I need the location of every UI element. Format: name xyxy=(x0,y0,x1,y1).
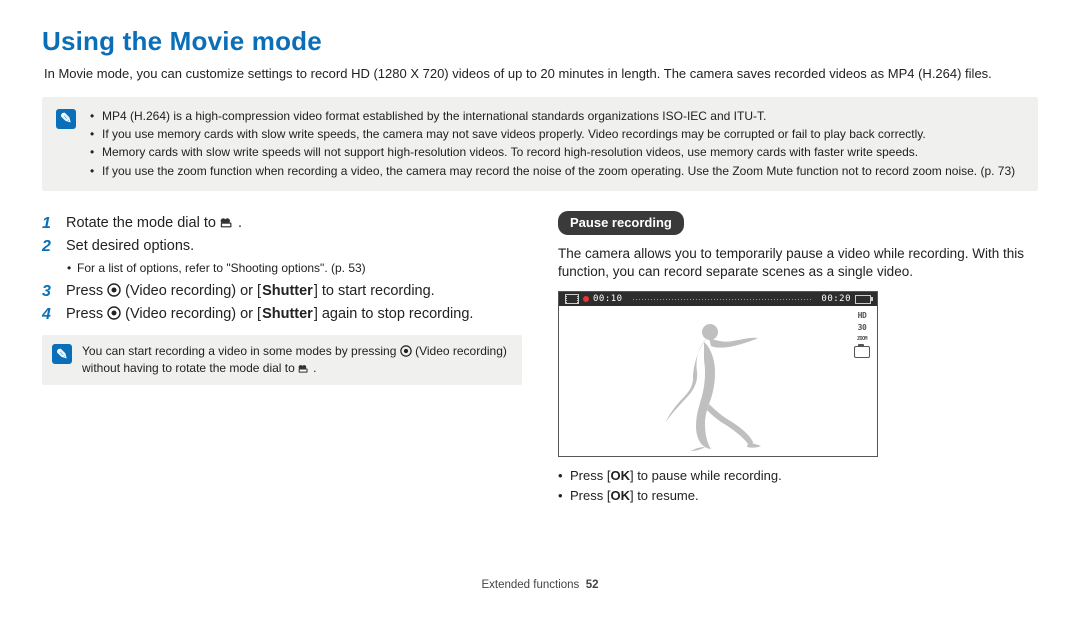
note-item: If you use memory cards with slow write … xyxy=(90,126,1015,143)
step-text: Rotate the mode dial to . xyxy=(66,214,242,234)
dancer-silhouette xyxy=(649,318,779,453)
zoom-mute-icon: ZOOM xyxy=(857,337,867,342)
steps-column: 1 Rotate the mode dial to . 2 Set desire… xyxy=(42,211,522,506)
preview-side-icons: HD 30 ZOOM xyxy=(853,312,871,358)
ok-button-label: OK xyxy=(610,487,630,505)
intro-text: In Movie mode, you can customize setting… xyxy=(44,65,1034,83)
camera-preview: 00:10 00:20 HD 30 ZOOM xyxy=(558,291,878,457)
pause-column: Pause recording The camera allows you to… xyxy=(558,211,1038,506)
step-text: Press (Video recording) or [Shutter] to … xyxy=(66,282,435,302)
pause-notes: Press [OK] to pause while recording. Pre… xyxy=(558,467,1038,504)
info-icon: ✎ xyxy=(56,109,76,129)
record-button-icon xyxy=(400,345,412,357)
mode-dial-movie-icon xyxy=(220,216,238,229)
step-number: 1 xyxy=(42,214,54,234)
step-text: Set desired options. xyxy=(66,237,194,257)
page-number: 52 xyxy=(586,579,599,591)
pause-description: The camera allows you to temporarily pau… xyxy=(558,245,1038,281)
page-title: Using the Movie mode xyxy=(42,24,1038,59)
note-item: Memory cards with slow write speeds will… xyxy=(90,144,1015,161)
small-info-note: ✎ You can start recording a video in som… xyxy=(42,335,522,385)
record-indicator-icon xyxy=(583,296,589,302)
section-pill: Pause recording xyxy=(558,211,684,235)
mode-dial-movie-icon xyxy=(298,363,313,374)
camera-icon xyxy=(854,346,870,358)
preview-topbar: 00:10 00:20 xyxy=(559,292,877,306)
info-note-box: ✎ MP4 (H.264) is a high-compression vide… xyxy=(42,97,1038,192)
record-button-icon xyxy=(107,283,121,297)
record-button-icon xyxy=(107,306,121,320)
film-icon xyxy=(565,294,579,304)
ok-button-label: OK xyxy=(610,467,630,485)
rec-elapsed-time: 00:10 xyxy=(593,293,623,305)
page-footer: Extended functions 52 xyxy=(0,578,1080,594)
note-item: If you use the zoom function when record… xyxy=(90,163,1015,180)
hd-badge: HD xyxy=(858,312,867,319)
step-number: 3 xyxy=(42,282,54,302)
step-number: 2 xyxy=(42,237,54,257)
step-subnote: For a list of options, refer to "Shootin… xyxy=(67,260,522,276)
battery-icon xyxy=(855,295,871,304)
step-number: 4 xyxy=(42,305,54,325)
fps-badge: 30 xyxy=(858,324,867,331)
rec-total-time: 00:20 xyxy=(821,293,851,305)
footer-section: Extended functions xyxy=(481,579,579,591)
info-icon: ✎ xyxy=(52,344,72,364)
step-text: Press (Video recording) or [Shutter] aga… xyxy=(66,305,473,325)
note-item: MP4 (H.264) is a high-compression video … xyxy=(90,108,1015,125)
